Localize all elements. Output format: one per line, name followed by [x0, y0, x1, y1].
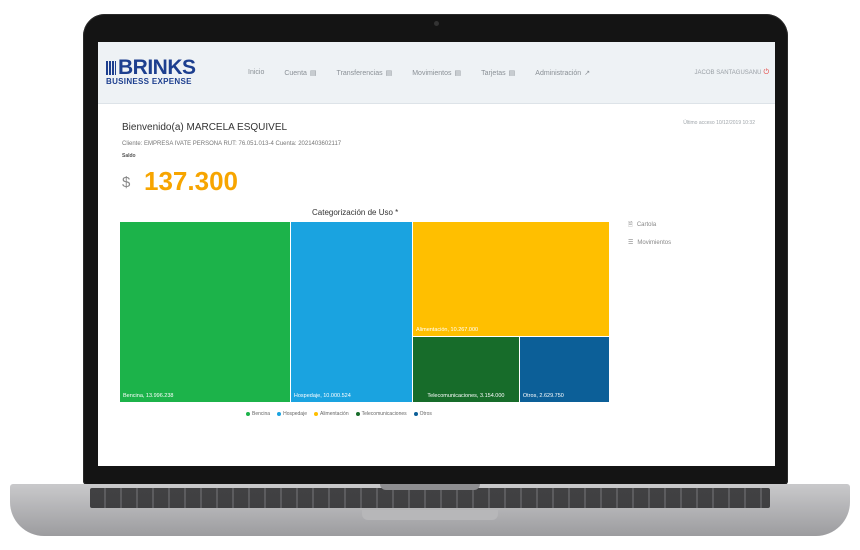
- screen: BRINKS BUSINESS EXPENSE Inicio Cuenta ▤ T…: [98, 42, 775, 466]
- camera-icon: [433, 21, 439, 26]
- legend-label: Otros: [419, 411, 432, 417]
- saldo-amount: 137.300: [144, 166, 238, 196]
- user-name: JACOB SANTAGUSANU: [694, 70, 762, 76]
- nav-item-tarjetas[interactable]: Tarjetas ▤: [481, 69, 515, 77]
- legend-item[interactable]: Alimentación: [313, 411, 349, 417]
- nav-item-movimientos[interactable]: Movimientos ▤: [412, 69, 461, 77]
- treemap-cell-alimentación[interactable]: Alimentación, 10.267.000: [413, 222, 609, 337]
- list-icon: ☰: [628, 240, 634, 246]
- treemap-cell-otros[interactable]: Otros, 2.629.750: [519, 337, 609, 402]
- treemap-label: Bencina, 13.996.238: [123, 393, 174, 399]
- legend-label: Bencina: [252, 411, 271, 417]
- treemap-cell-telecomunicaciones[interactable]: Telecomunicaciones, 3.154.000: [413, 337, 519, 402]
- legend-dot-icon: [355, 412, 360, 416]
- side-link-cartola[interactable]: 🗎 Cartola: [628, 220, 671, 230]
- legend-dot-icon: [413, 412, 418, 416]
- nav-item-cuenta[interactable]: Cuenta ▤: [284, 69, 316, 77]
- external-link-icon: ↗: [584, 70, 591, 77]
- main-nav: Inicio Cuenta ▤ Transferencias ▤ Movimient…: [248, 69, 610, 77]
- legend-item[interactable]: Telecomunicaciones: [355, 411, 407, 417]
- client-info: Cliente: EMPRESA IVATE PERSONA RUT: 76.0…: [122, 141, 342, 147]
- legend-label: Alimentación: [319, 411, 349, 417]
- treemap-cell-hospedaje[interactable]: Hospedaje, 10.000.524: [290, 222, 412, 402]
- laptop-keyboard: [90, 488, 770, 508]
- nav-item-administracion[interactable]: Administración ↗: [535, 69, 590, 77]
- treemap-label: Hospedaje, 10.000.524: [293, 393, 351, 399]
- menu-icon: ▤: [309, 70, 317, 77]
- laptop-trackpad: [362, 510, 498, 520]
- nav-item-inicio[interactable]: Inicio: [248, 69, 264, 77]
- legend-dot-icon: [277, 412, 282, 416]
- laptop-notch: [380, 484, 480, 490]
- treemap-cell-bencina[interactable]: Bencina, 13.996.238: [120, 222, 290, 402]
- legend-item[interactable]: Otros: [413, 411, 432, 417]
- saldo-label: Saldo: [122, 153, 136, 159]
- navbar: BRINKS BUSINESS EXPENSE Inicio Cuenta ▤ T…: [98, 42, 775, 104]
- usage-treemap: Bencina, 13.996.238 Hospedaje, 10.000.524…: [120, 222, 609, 402]
- legend-dot-icon: [246, 412, 250, 416]
- legend-item[interactable]: Bencina: [246, 411, 270, 417]
- menu-icon: ▤: [508, 70, 516, 77]
- chart-title: Categorización de Uso *: [312, 208, 399, 217]
- logo-sub-text: BUSINESS EXPENSE: [106, 77, 192, 86]
- welcome-text: Bienvenido(a) MARCELA ESQUIVEL: [122, 122, 288, 133]
- treemap-label: Telecomunicaciones, 3.154.000: [427, 392, 505, 399]
- document-icon: 🗎: [628, 222, 633, 228]
- stage: BRINKS BUSINESS EXPENSE Inicio Cuenta ▤ T…: [0, 0, 860, 550]
- menu-icon: ▤: [454, 70, 462, 77]
- menu-icon: ▤: [385, 70, 393, 77]
- legend-dot-icon: [313, 412, 318, 416]
- treemap-label: Alimentación, 10.267.000: [416, 327, 479, 334]
- last-login: Último acceso 10/12/2019 10:32: [683, 120, 755, 126]
- legend-label: Telecomunicaciones: [361, 411, 407, 417]
- user-menu[interactable]: JACOB SANTAGUSANU ⏻: [695, 69, 769, 77]
- nav-item-transferencias[interactable]: Transferencias ▤: [337, 69, 393, 77]
- logout-icon[interactable]: ⏻: [763, 69, 769, 76]
- logo-bars-icon: [106, 61, 116, 75]
- currency-symbol: $: [122, 174, 131, 191]
- legend-item[interactable]: Hospedaje: [277, 411, 307, 417]
- side-link-movimientos[interactable]: ☰ Movimientos: [628, 239, 671, 246]
- logo-main-text: BRINKS: [118, 56, 196, 79]
- brinks-logo[interactable]: BRINKS BUSINESS EXPENSE: [106, 56, 196, 87]
- side-links: 🗎 Cartola ☰ Movimientos: [628, 220, 671, 255]
- legend-label: Hospedaje: [283, 411, 307, 417]
- chart-legend: Bencina Hospedaje Alimentación Telecomunica…: [246, 411, 432, 417]
- treemap-label: Otros, 2.629.750: [522, 392, 564, 399]
